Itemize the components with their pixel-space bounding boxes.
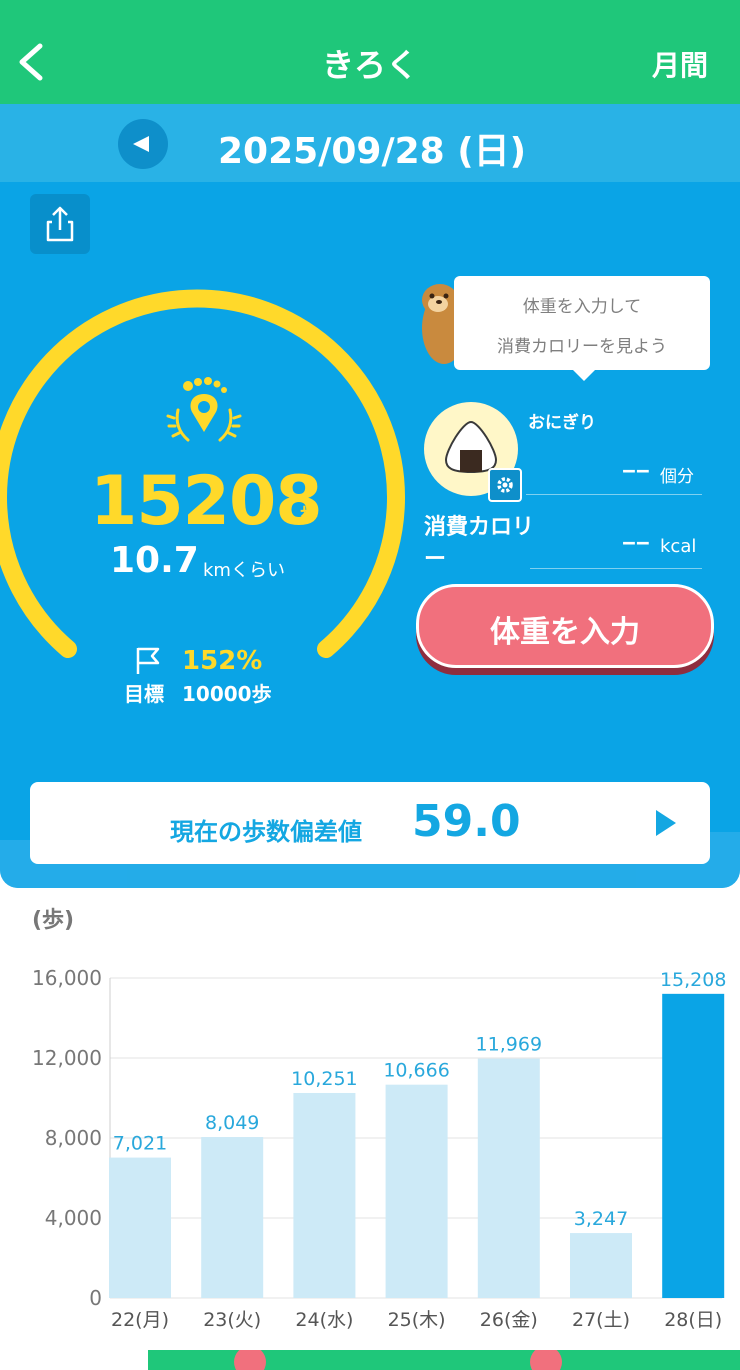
y-tick-label: 0 <box>89 1286 102 1310</box>
deviation-value: 59.0 <box>412 796 521 847</box>
bar <box>385 1084 448 1298</box>
bar-value-label: 10,666 <box>383 1060 449 1082</box>
food-count: ‒‒ <box>622 458 650 482</box>
x-tick-label: 25(木) <box>388 1309 446 1331</box>
bar-value-label: 10,251 <box>291 1068 357 1090</box>
steps-panel: 15208 歩 10.7 kmくらい 152% 目標 10000歩 体重を入力し… <box>0 182 740 888</box>
y-tick-label: 8,000 <box>45 1126 102 1150</box>
goal-flag-icon <box>136 647 160 674</box>
x-tick-label: 24(水) <box>295 1309 353 1331</box>
footprint-medal-icon <box>166 377 242 442</box>
food-name: おにぎり <box>528 413 596 433</box>
food-unit: 個分 <box>660 467 694 487</box>
bar <box>662 993 725 1298</box>
step-deviation-card[interactable]: 現在の歩数偏差値 59.0 <box>30 782 710 864</box>
goal-value: 10000歩 <box>182 682 272 706</box>
date-bar: 2025/09/28 (日) <box>0 104 740 182</box>
calories-value: ‒‒ <box>622 530 650 554</box>
gear-icon <box>497 477 513 493</box>
y-tick-label: 16,000 <box>32 966 102 990</box>
bar <box>477 1058 540 1298</box>
deviation-label: 現在の歩数偏差値 <box>170 818 362 846</box>
previous-day-button[interactable] <box>118 119 168 169</box>
home-tab-highlight[interactable] <box>0 1350 148 1370</box>
weight-tip-bubble: 体重を入力して 消費カロリーを見よう <box>454 276 710 381</box>
food-settings-button[interactable] <box>488 468 522 502</box>
page-title: きろく <box>321 46 418 84</box>
bottom-tab-bar <box>0 1350 740 1370</box>
tip-line-2: 消費カロリーを見よう <box>497 337 667 357</box>
bar-value-label: 7,021 <box>113 1133 167 1155</box>
bar-value-label: 11,969 <box>476 1034 542 1056</box>
x-tick-label: 23(火) <box>203 1309 261 1331</box>
bar <box>570 1233 632 1298</box>
bar <box>201 1137 264 1298</box>
calories-unit: kcal <box>660 536 697 557</box>
play-arrow-icon <box>656 810 676 836</box>
x-tick-label: 22(月) <box>111 1309 169 1331</box>
enter-weight-button[interactable]: 体重を入力 <box>416 584 714 668</box>
x-tick-label: 28(日) <box>664 1309 722 1331</box>
tip-line-1: 体重を入力して <box>522 297 642 317</box>
step-count: 15208 <box>90 462 323 541</box>
distance-value: 10.7 <box>110 540 199 581</box>
enter-weight-label: 体重を入力 <box>490 615 640 650</box>
calories-underline <box>530 568 702 569</box>
app-header: きろく 月間 <box>0 0 740 104</box>
chart-unit-label: (歩) <box>32 908 75 933</box>
bar-value-label: 15,208 <box>660 969 726 991</box>
x-tick-label: 26(金) <box>480 1309 538 1331</box>
bar <box>293 1092 356 1298</box>
daily-steps-chart: 0 4,000 8,000 12,000 16,000 7,021 22(月) 8,049 23… <box>32 966 726 1331</box>
y-tick-label: 12,000 <box>32 1046 102 1070</box>
notification-badge <box>234 1350 266 1370</box>
calories-label: 消費カロリー <box>424 515 535 572</box>
monthly-button[interactable]: 月間 <box>652 44 708 84</box>
x-tick-label: 27(土) <box>572 1309 630 1331</box>
goal-label: 目標 <box>124 682 164 706</box>
bar-value-label: 3,247 <box>574 1208 628 1230</box>
food-underline <box>526 494 702 495</box>
notification-badge <box>530 1350 562 1370</box>
bar <box>109 1157 171 1298</box>
step-unit: 歩 <box>300 504 318 525</box>
y-tick-label: 4,000 <box>45 1206 102 1230</box>
distance-unit: kmくらい <box>203 560 285 581</box>
current-date: 2025/09/28 (日) <box>218 131 527 172</box>
goal-percent: 152% <box>182 646 263 676</box>
bar-value-label: 8,049 <box>205 1112 259 1134</box>
